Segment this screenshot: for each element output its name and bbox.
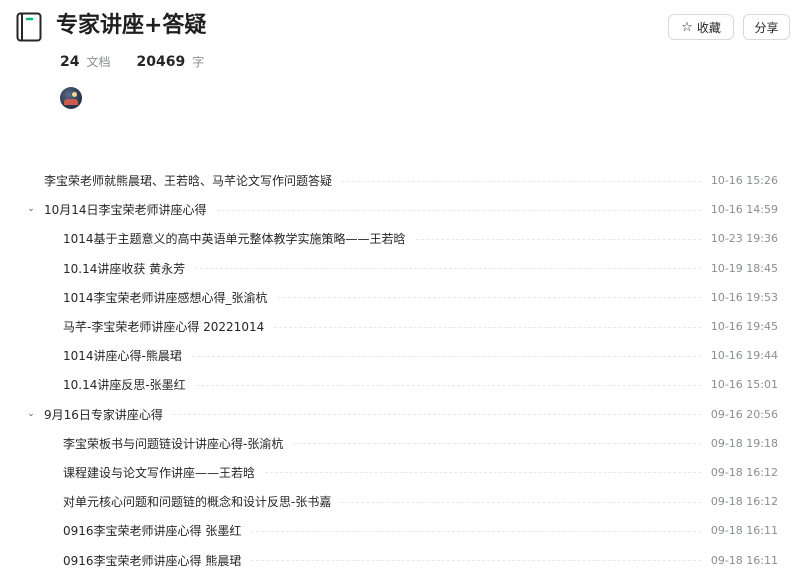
list-item[interactable]: 对单元核心问题和问题链的概念和设计反思-张书嘉 09-18 16:12: [0, 487, 800, 516]
item-title[interactable]: 对单元核心问题和问题链的概念和设计反思-张书嘉: [63, 493, 341, 510]
leader-dots: [251, 560, 701, 562]
words-count: 20469: [136, 54, 186, 70]
item-title[interactable]: 10.14讲座收获 黄永芳: [63, 260, 195, 277]
item-title[interactable]: 1014李宝荣老师讲座感想心得_张渝杭: [63, 289, 278, 306]
avatar[interactable]: [60, 87, 82, 109]
leader-dots: [342, 180, 701, 182]
book-icon: [16, 12, 42, 42]
leader-dots: [277, 297, 701, 299]
list-item[interactable]: 1014讲座心得-熊晨珺 10-16 19:44: [0, 341, 800, 370]
item-time: 09-18 16:12: [710, 495, 778, 509]
list-item-group[interactable]: ⌄ 10月14日李宝荣老师讲座心得 10-16 14:59: [0, 195, 800, 224]
list-item[interactable]: 1014基于主题意义的高中英语单元整体教学实施策略——王若晗 10-23 19:…: [0, 224, 800, 253]
leader-dots: [293, 443, 701, 445]
item-time: 10-16 15:26: [710, 174, 778, 188]
item-time: 09-18 19:18: [710, 436, 778, 450]
docs-count: 24: [60, 54, 80, 70]
list-item[interactable]: 1014李宝荣老师讲座感想心得_张渝杭 10-16 19:53: [0, 283, 800, 312]
item-time: 10-16 15:01: [710, 378, 778, 392]
item-title[interactable]: 马芊-李宝荣老师讲座心得 20221014: [63, 318, 274, 335]
item-title[interactable]: 1014基于主题意义的高中英语单元整体教学实施策略——王若晗: [63, 230, 416, 247]
list-item[interactable]: 马芊-李宝荣老师讲座心得 20221014 10-16 19:45: [0, 312, 800, 341]
item-time: 10-16 19:45: [710, 320, 778, 334]
item-time: 09-16 20:56: [710, 407, 778, 421]
chevron-down-icon[interactable]: ⌄: [26, 409, 36, 419]
document-list: 李宝荣老师就熊晨珺、王若晗、马芊论文写作问题答疑 10-16 15:26 ⌄ 1…: [0, 166, 800, 575]
item-title[interactable]: 李宝荣板书与问题链设计讲座心得-张渝杭: [63, 435, 293, 452]
share-button[interactable]: 分享: [743, 14, 790, 40]
docs-unit: 文档: [86, 55, 111, 69]
leader-dots: [195, 384, 701, 386]
item-time: 09-18 16:11: [710, 553, 778, 567]
words-unit: 字: [192, 55, 205, 69]
list-item[interactable]: 0916李宝荣老师讲座心得 熊晨珺 09-18 16:11: [0, 545, 800, 574]
list-item-group[interactable]: ⌄ 9月16日专家讲座心得 09-16 20:56: [0, 400, 800, 429]
favorite-label: 收藏: [696, 20, 721, 35]
leader-dots: [216, 209, 701, 211]
leader-dots: [274, 326, 701, 328]
item-time: 10-23 19:36: [710, 232, 778, 246]
item-time: 09-18 16:12: [710, 465, 778, 479]
item-time: 10-16 14:59: [710, 203, 778, 217]
item-title[interactable]: 1014讲座心得-熊晨珺: [63, 347, 192, 364]
list-item[interactable]: 0916李宝荣老师讲座心得 张墨红 09-18 16:11: [0, 516, 800, 545]
item-title[interactable]: 0916李宝荣老师讲座心得 熊晨珺: [63, 552, 251, 569]
leader-dots: [195, 268, 701, 270]
list-item[interactable]: 10.14讲座收获 黄永芳 10-19 18:45: [0, 254, 800, 283]
item-title[interactable]: 李宝荣老师就熊晨珺、王若晗、马芊论文写作问题答疑: [44, 172, 342, 189]
item-title[interactable]: 10.14讲座反思-张墨红: [63, 376, 196, 393]
list-item[interactable]: 李宝荣板书与问题链设计讲座心得-张渝杭 09-18 19:18: [0, 429, 800, 458]
list-item[interactable]: 10.14讲座反思-张墨红 10-16 15:01: [0, 370, 800, 399]
leader-dots: [265, 472, 701, 474]
star-icon: ☆: [681, 19, 693, 35]
item-title[interactable]: 10月14日李宝荣老师讲座心得: [44, 201, 217, 218]
item-time: 10-19 18:45: [710, 261, 778, 275]
leader-dots: [341, 501, 701, 503]
page-title: 专家讲座+答疑: [56, 13, 207, 38]
book-stats: 24 文档 20469 字: [60, 53, 204, 70]
leader-dots: [251, 530, 701, 532]
leader-dots: [172, 414, 701, 416]
favorite-button[interactable]: ☆ 收藏: [668, 14, 734, 40]
item-title[interactable]: 9月16日专家讲座心得: [44, 406, 173, 423]
item-title[interactable]: 0916李宝荣老师讲座心得 张墨红: [63, 522, 251, 539]
leader-dots: [415, 238, 701, 240]
item-time: 10-16 19:44: [710, 349, 778, 363]
chevron-down-icon[interactable]: ⌄: [26, 204, 36, 214]
item-time: 10-16 19:53: [710, 290, 778, 304]
list-item[interactable]: 课程建设与论文写作讲座——王若晗 09-18 16:12: [0, 458, 800, 487]
leader-dots: [191, 355, 701, 357]
item-time: 09-18 16:11: [710, 524, 778, 538]
item-title[interactable]: 课程建设与论文写作讲座——王若晗: [63, 464, 265, 481]
list-item[interactable]: 李宝荣老师就熊晨珺、王若晗、马芊论文写作问题答疑 10-16 15:26: [0, 166, 800, 195]
